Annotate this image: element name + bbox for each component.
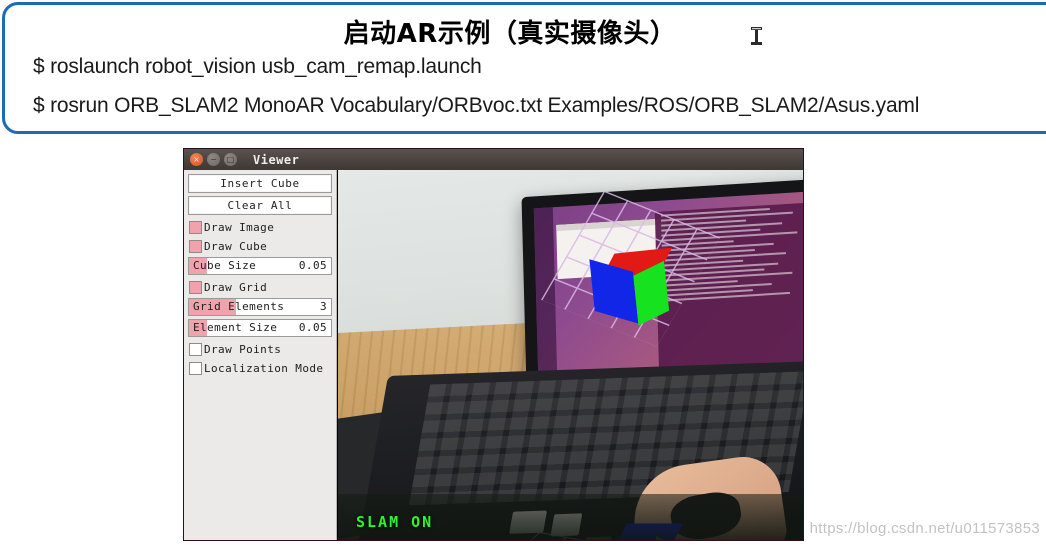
watermark-text: https://blog.csdn.net/u011573853 xyxy=(809,520,1040,537)
text-cursor-icon xyxy=(751,27,762,45)
viewer-control-panel: Insert Cube Clear All Draw Image Draw Cu… xyxy=(184,170,337,540)
checkbox-localization-mode[interactable] xyxy=(189,362,202,375)
slider-cube-size[interactable]: Cube Size 0.05 xyxy=(188,257,332,275)
checkbox-row-draw-cube[interactable]: Draw Cube xyxy=(187,237,333,256)
maximize-icon[interactable]: □ xyxy=(224,153,237,166)
command-line-roslaunch: $ roslaunch robot_vision usb_cam_remap.l… xyxy=(33,55,482,78)
checkbox-draw-points[interactable] xyxy=(189,343,202,356)
header-callout-box: 启动AR示例（真实摄像头） $ roslaunch robot_vision u… xyxy=(2,2,1046,134)
slider-value-grid-elements: 3 xyxy=(319,300,327,313)
viewer-window-title: Viewer xyxy=(253,152,300,167)
checkbox-label-draw-grid: Draw Grid xyxy=(204,281,268,294)
checkbox-draw-grid[interactable] xyxy=(189,281,202,294)
checkbox-row-localization-mode[interactable]: Localization Mode xyxy=(187,359,333,378)
checkbox-row-draw-points[interactable]: Draw Points xyxy=(187,340,333,359)
close-icon[interactable]: × xyxy=(190,153,203,166)
slider-value-element-size: 0.05 xyxy=(298,321,327,334)
checkbox-draw-cube[interactable] xyxy=(189,240,202,253)
slider-label-element-size: Element Size xyxy=(193,321,278,334)
checkbox-label-draw-cube: Draw Cube xyxy=(204,240,268,253)
status-badge-slam: SLAM ON xyxy=(356,513,434,531)
checkbox-row-draw-image[interactable]: Draw Image xyxy=(187,218,333,237)
ar-video-feed: SLAM ON xyxy=(338,170,803,540)
clear-all-button[interactable]: Clear All xyxy=(188,196,332,215)
checkbox-row-draw-grid[interactable]: Draw Grid xyxy=(187,278,333,297)
minimize-icon[interactable]: − xyxy=(207,153,220,166)
command-line-rosrun: $ rosrun ORB_SLAM2 MonoAR Vocabulary/ORB… xyxy=(33,94,920,117)
slider-element-size[interactable]: Element Size 0.05 xyxy=(188,319,332,337)
checkbox-draw-image[interactable] xyxy=(189,221,202,234)
slider-value-cube-size: 0.05 xyxy=(298,259,327,272)
slider-label-cube-size: Cube Size xyxy=(193,259,257,272)
checkbox-label-draw-points: Draw Points xyxy=(204,343,282,356)
ar-cube-overlay-screen xyxy=(589,247,675,336)
page-title: 启动AR示例（真实摄像头） xyxy=(343,19,677,49)
checkbox-label-draw-image: Draw Image xyxy=(204,221,275,234)
insert-cube-button[interactable]: Insert Cube xyxy=(188,174,332,193)
viewer-titlebar[interactable]: × − □ Viewer xyxy=(184,149,803,170)
viewer-window: × − □ Viewer Insert Cube Clear All Draw … xyxy=(183,148,804,541)
slider-label-grid-elements: Grid Elements xyxy=(193,300,285,313)
checkbox-label-localization-mode: Localization Mode xyxy=(204,362,324,375)
slider-grid-elements[interactable]: Grid Elements 3 xyxy=(188,298,332,316)
